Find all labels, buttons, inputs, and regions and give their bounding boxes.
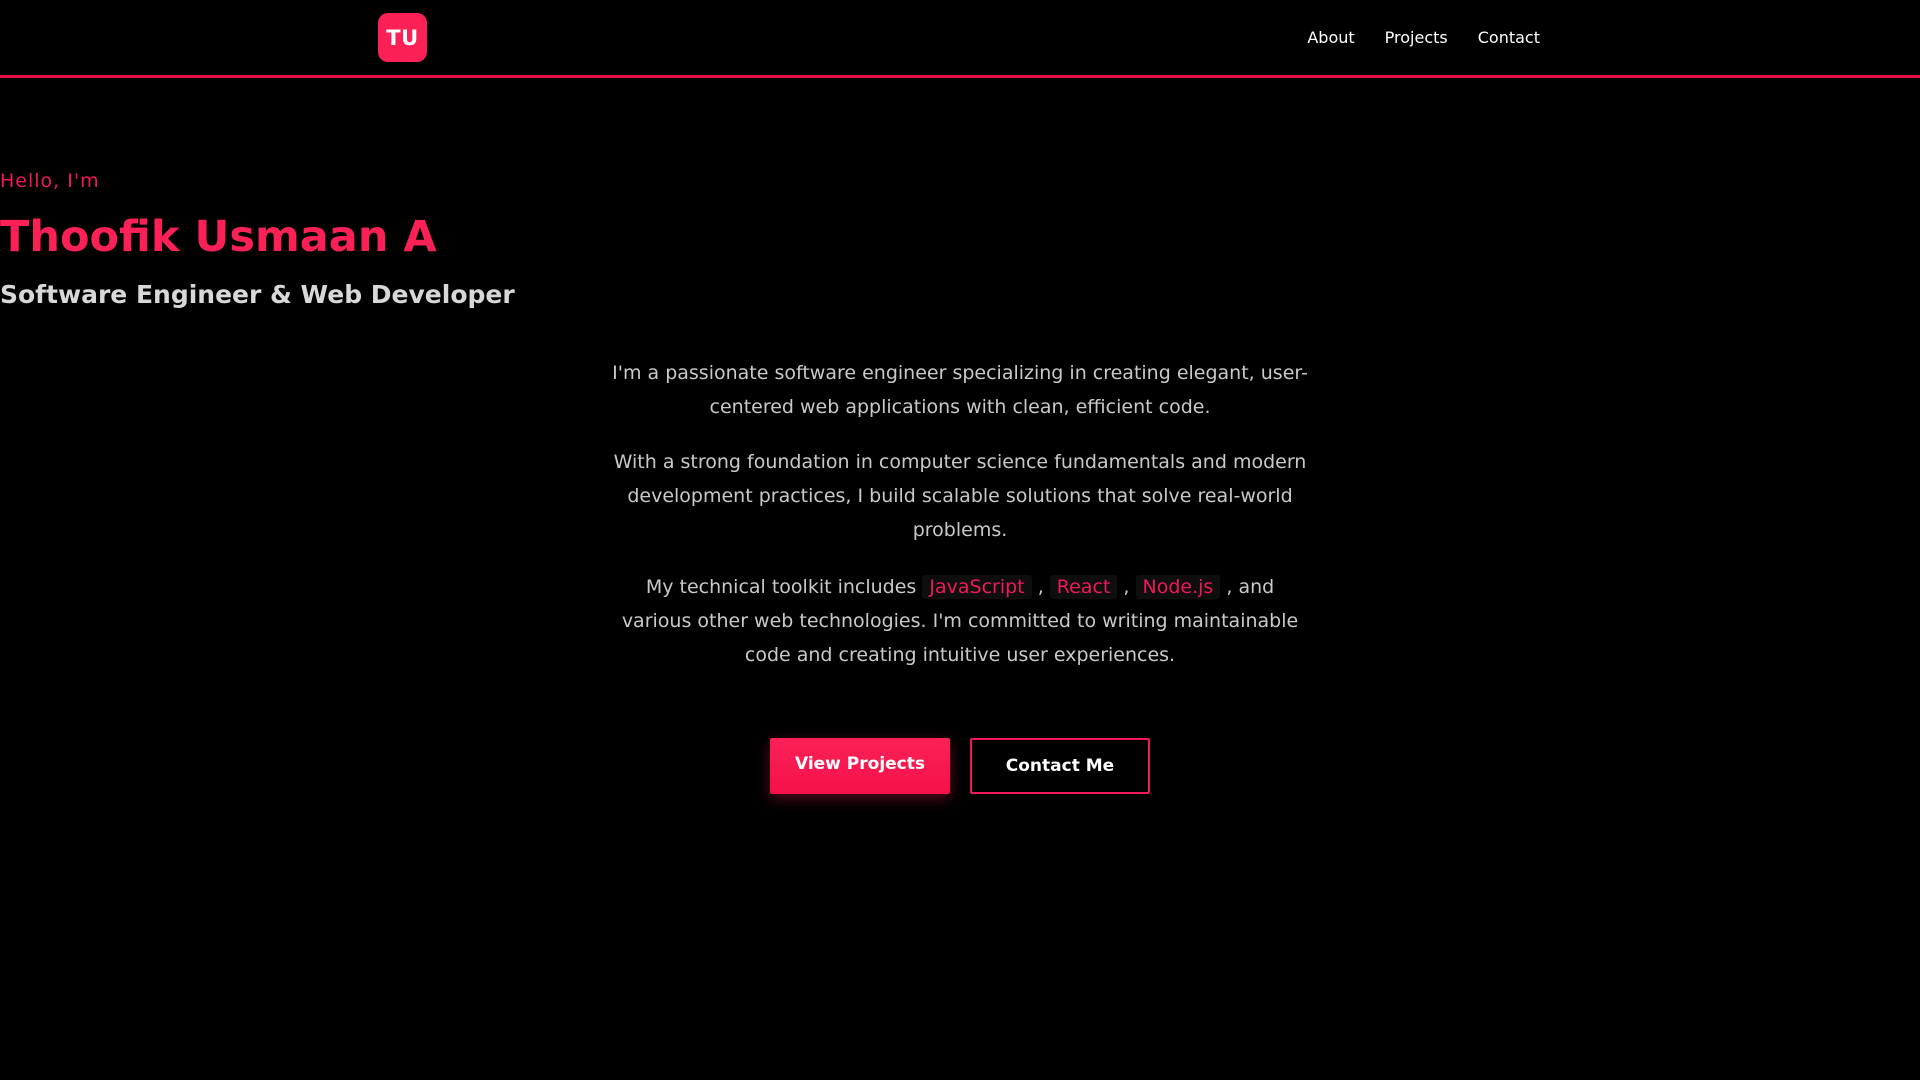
page: TU About Projects Contact Hello, I'm Tho… (0, 0, 1920, 1080)
nav-link-contact[interactable]: Contact (1478, 28, 1540, 47)
hero-role: Software Engineer & Web Developer (0, 280, 515, 309)
tech-tag-nodejs: Node.js (1135, 575, 1221, 599)
nav-link-projects[interactable]: Projects (1385, 28, 1448, 47)
separator: , (1123, 576, 1130, 598)
nav-link-about[interactable]: About (1307, 28, 1354, 47)
bio-paragraph-2: With a strong foundation in computer sci… (613, 451, 1307, 541)
view-projects-button[interactable]: View Projects (770, 738, 950, 794)
tech-tag-react: React (1049, 575, 1118, 599)
bio-toolkit-prefix: My technical toolkit includes (645, 576, 917, 598)
separator: , (1037, 576, 1044, 598)
bio-paragraph-3: My technical toolkit includes JavaScript… (610, 570, 1310, 672)
greeting-text: Hello, I'm (0, 170, 100, 192)
logo[interactable]: TU (378, 13, 427, 62)
site-header: TU About Projects Contact (0, 0, 1920, 78)
tech-tag-javascript: JavaScript (922, 575, 1032, 599)
hero-name: Thoofik Usmaan A (0, 212, 437, 262)
main-nav: About Projects Contact (1307, 0, 1540, 75)
hero-buttons: View Projects Contact Me (0, 738, 1920, 794)
bio-paragraph-1: I'm a passionate software engineer speci… (612, 362, 1308, 418)
contact-me-button[interactable]: Contact Me (970, 738, 1150, 794)
